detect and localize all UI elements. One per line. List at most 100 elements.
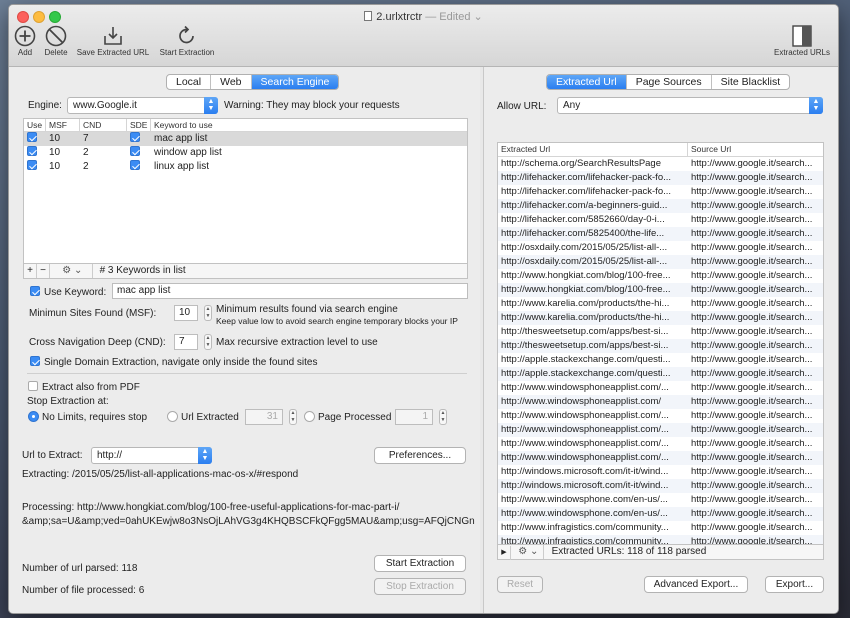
table-row[interactable]: http://lifehacker.com/lifehacker-pack-fo…: [498, 185, 823, 199]
url-extracted-stepper[interactable]: ▲ ▼: [289, 409, 297, 425]
start-extraction-button[interactable]: Start Extraction: [374, 555, 466, 572]
col-cnd[interactable]: CND: [80, 119, 127, 131]
table-row[interactable]: http://www.infragistics.com/community...…: [498, 521, 823, 535]
col-keyword[interactable]: Keyword to use: [151, 119, 467, 131]
source-url-cell: http://www.google.it/search...: [691, 200, 813, 211]
use-checkbox[interactable]: [27, 132, 37, 142]
table-row[interactable]: http://www.windowsphoneapplist.com/... ht…: [498, 381, 823, 395]
table-row[interactable]: http://www.karelia.com/products/the-hi..…: [498, 297, 823, 311]
tab-search-engine[interactable]: Search Engine: [251, 75, 339, 89]
table-row[interactable]: http://www.windowsphone.com/en-us/... htt…: [498, 493, 823, 507]
table-row[interactable]: http://windows.microsoft.com/it-it/wind.…: [498, 479, 823, 493]
msf-stepper[interactable]: ▲ ▼: [204, 305, 212, 321]
gear-menu-button[interactable]: ⚙ ⌄: [53, 264, 93, 278]
radio-page-processed[interactable]: Page Processed: [304, 411, 391, 423]
table-row[interactable]: http://lifehacker.com/5852660/day-0-i...…: [498, 213, 823, 227]
engine-select[interactable]: www.Google.it ▲ ▼: [67, 97, 218, 114]
keyword-row[interactable]: 10 2 linux app list: [24, 160, 467, 174]
use-checkbox[interactable]: [27, 160, 37, 170]
table-row[interactable]: http://lifehacker.com/lifehacker-pack-fo…: [498, 171, 823, 185]
source-url-cell: http://www.google.it/search...: [691, 410, 813, 421]
table-row[interactable]: http://www.karelia.com/products/the-hi..…: [498, 311, 823, 325]
export-button[interactable]: Export...: [765, 576, 824, 593]
prohibit-icon: [45, 25, 67, 47]
reset-button[interactable]: Reset: [497, 576, 543, 593]
table-row[interactable]: http://apple.stackexchange.com/questi...…: [498, 353, 823, 367]
keyword-row[interactable]: 10 7 mac app list: [24, 132, 467, 146]
use-keyword-checkbox[interactable]: Use Keyword:: [30, 286, 106, 298]
tab-web[interactable]: Web: [211, 75, 252, 89]
table-row[interactable]: http://www.windowsphoneapplist.com/http:…: [498, 395, 823, 409]
tab-page-sources[interactable]: Page Sources: [627, 75, 712, 89]
add-keyword-button[interactable]: +: [24, 264, 37, 278]
table-row[interactable]: http://www.windowsphoneapplist.com/... ht…: [498, 423, 823, 437]
col-sde[interactable]: SDE: [127, 119, 151, 131]
url-table-body: http://schema.org/SearchResultsPage http:…: [498, 157, 823, 544]
delete-button[interactable]: Delete: [41, 25, 71, 57]
chevron-down-icon[interactable]: ⌄: [470, 11, 482, 23]
advanced-export-button[interactable]: Advanced Export...: [644, 576, 748, 593]
table-row[interactable]: http://www.hongkiat.com/blog/100-free...…: [498, 269, 823, 283]
gear-menu-button[interactable]: ⚙ ⌄: [514, 545, 544, 559]
start-extraction-toolbar-button[interactable]: Start Extraction: [155, 25, 219, 57]
tab-local[interactable]: Local: [167, 75, 212, 89]
stop-extraction-button[interactable]: Stop Extraction: [374, 578, 466, 595]
sde-checkbox[interactable]: [130, 160, 140, 170]
radio-no-limits[interactable]: No Limits, requires stop: [28, 411, 147, 423]
keyword-row[interactable]: 10 2 window app list: [24, 146, 467, 160]
source-url-cell: http://www.google.it/search...: [691, 438, 813, 449]
source-url-cell: http://www.google.it/search...: [691, 340, 813, 351]
extracted-urls-toggle-button[interactable]: Extracted URLs: [769, 25, 835, 57]
table-row[interactable]: http://lifehacker.com/5825400/the-life..…: [498, 227, 823, 241]
source-url-cell: http://www.google.it/search...: [691, 312, 813, 323]
plus-circle-icon: [14, 25, 36, 47]
tab-extracted-url[interactable]: Extracted Url: [547, 75, 627, 89]
extracted-url-table[interactable]: Extracted Url Source Url http://schema.o…: [497, 142, 824, 545]
extracted-url-cell: http://www.windowsphone.com/en-us/...: [501, 508, 668, 519]
table-row[interactable]: http://thesweetsetup.com/apps/best-si...…: [498, 325, 823, 339]
table-row[interactable]: http://schema.org/SearchResultsPage http:…: [498, 157, 823, 171]
keyword-table[interactable]: Use MSF CND SDE Keyword to use 10 7 mac …: [23, 118, 468, 264]
page-processed-input[interactable]: 1: [395, 409, 433, 425]
extracted-url-cell: http://lifehacker.com/5825400/the-life..…: [501, 228, 665, 239]
table-row[interactable]: http://www.windowsphoneapplist.com/... ht…: [498, 409, 823, 423]
sde-checkbox[interactable]: [130, 132, 140, 142]
url-to-extract-select[interactable]: http:// ▲ ▼: [91, 447, 212, 464]
edited-indicator[interactable]: — Edited: [425, 11, 470, 23]
cnd-stepper[interactable]: ▲ ▼: [204, 334, 212, 350]
save-extracted-url-button[interactable]: Save Extracted URL: [73, 25, 153, 57]
table-row[interactable]: http://lifehacker.com/a-beginners-guid..…: [498, 199, 823, 213]
table-row[interactable]: http://osxdaily.com/2015/05/25/list-all-…: [498, 241, 823, 255]
url-extracted-input[interactable]: 31: [245, 409, 283, 425]
table-row[interactable]: http://thesweetsetup.com/apps/best-si...…: [498, 339, 823, 353]
radio-url-extracted[interactable]: Url Extracted: [167, 411, 239, 423]
table-row[interactable]: http://www.windowsphone.com/en-us/... htt…: [498, 507, 823, 521]
sde-checkbox[interactable]: [130, 146, 140, 156]
extract-pdf-checkbox[interactable]: Extract also from PDF: [28, 381, 140, 393]
use-checkbox[interactable]: [27, 146, 37, 156]
extracted-count: Extracted URLs: 118 of 118 parsed: [551, 546, 707, 557]
allow-url-select[interactable]: Any ▲ ▼: [557, 97, 823, 114]
table-row[interactable]: http://www.windowsphoneapplist.com/... ht…: [498, 451, 823, 465]
col-msf[interactable]: MSF: [46, 119, 80, 131]
page-processed-stepper[interactable]: ▲ ▼: [439, 409, 447, 425]
window-title: 2.urlxtrctr — Edited ⌄: [9, 10, 838, 23]
preferences-button[interactable]: Preferences...: [374, 447, 466, 464]
table-row[interactable]: http://www.infragistics.com/community...…: [498, 535, 823, 544]
col-source-url[interactable]: Source Url: [688, 143, 823, 156]
tab-site-blacklist[interactable]: Site Blacklist: [712, 75, 790, 89]
sde-checkbox-main[interactable]: Single Domain Extraction, navigate only …: [30, 356, 318, 368]
col-extracted-url[interactable]: Extracted Url: [498, 143, 688, 156]
msf-input[interactable]: 10: [174, 305, 198, 321]
table-row[interactable]: http://www.hongkiat.com/blog/100-free...…: [498, 283, 823, 297]
use-keyword-input[interactable]: mac app list: [112, 283, 468, 299]
table-row[interactable]: http://osxdaily.com/2015/05/25/list-all-…: [498, 255, 823, 269]
cnd-input[interactable]: 7: [174, 334, 198, 350]
table-row[interactable]: http://windows.microsoft.com/it-it/wind.…: [498, 465, 823, 479]
play-icon[interactable]: ▶: [498, 546, 511, 560]
table-row[interactable]: http://apple.stackexchange.com/questi...…: [498, 367, 823, 381]
remove-keyword-button[interactable]: −: [37, 264, 50, 278]
table-row[interactable]: http://www.windowsphoneapplist.com/... ht…: [498, 437, 823, 451]
col-use[interactable]: Use: [24, 119, 46, 131]
add-button[interactable]: Add: [13, 25, 37, 57]
